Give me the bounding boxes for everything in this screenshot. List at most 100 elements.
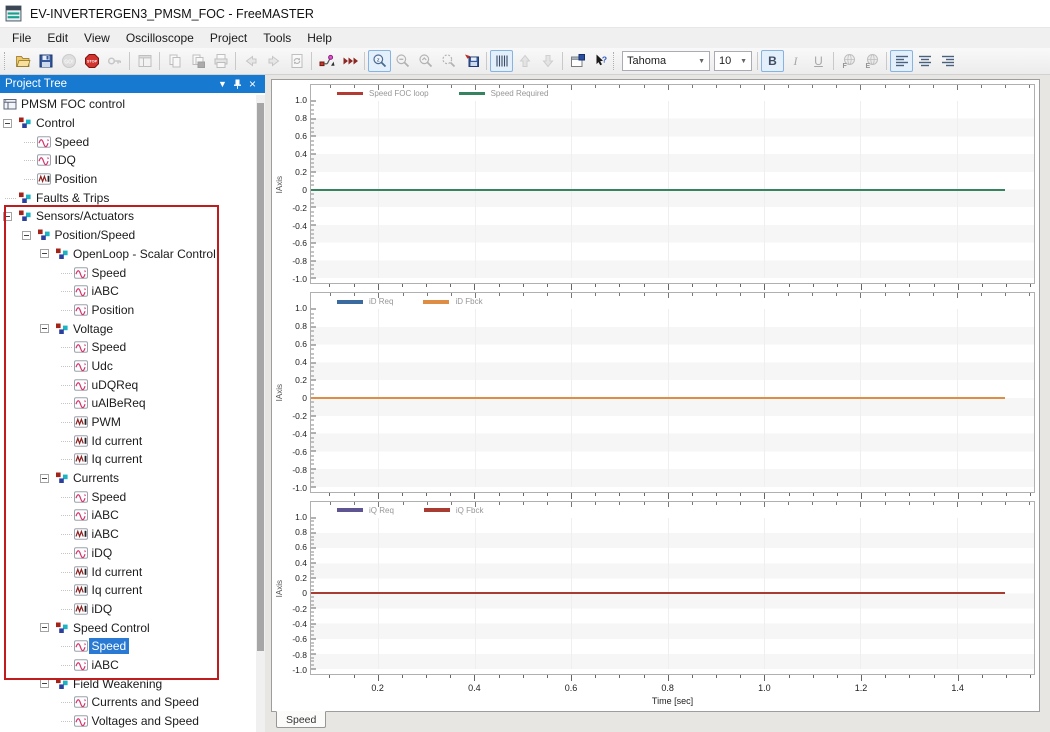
tree-item-pmsm-foc-control[interactable]: PMSM FOC control	[0, 95, 265, 114]
tree-item-udc[interactable]: Udc	[0, 357, 265, 376]
x-tick	[378, 284, 379, 290]
id-current-scope-plot-area[interactable]: iD ReqiD Fbck	[310, 292, 1035, 492]
x-tick	[716, 675, 717, 678]
context-help-button[interactable]: ?	[589, 50, 612, 72]
menu-item-help[interactable]: Help	[299, 29, 340, 47]
menu-item-edit[interactable]: Edit	[39, 29, 76, 47]
tree-item-iabc[interactable]: iABC	[0, 282, 265, 301]
tree-item-iq-current[interactable]: Iq current	[0, 581, 265, 600]
menu-item-file[interactable]: File	[4, 29, 39, 47]
zoom-fit-button[interactable]: z	[368, 50, 391, 72]
tree-item-position-speed[interactable]: Position/Speed	[0, 226, 265, 245]
tree-expander-icon[interactable]	[3, 212, 18, 221]
align-center-button[interactable]	[913, 50, 936, 72]
tree-item-speed-control[interactable]: Speed Control	[0, 618, 265, 637]
save-scope-image-button[interactable]	[460, 50, 483, 72]
tree-item-sensors-actuators[interactable]: Sensors/Actuators	[0, 207, 265, 226]
font-family-combo[interactable]: Tahoma▼	[622, 51, 710, 71]
tree-scrollbar-thumb[interactable]	[257, 103, 264, 651]
tree-close-icon[interactable]: ×	[245, 77, 260, 91]
tree-expander-icon[interactable]	[40, 679, 55, 688]
combo-dropdown-arrow-icon[interactable]: ▼	[698, 58, 705, 65]
font-size-combo[interactable]: 10▼	[714, 51, 752, 71]
tree-item-ualbereq[interactable]: uAlBeReq	[0, 394, 265, 413]
top-tick	[788, 85, 789, 88]
run-arrows-button[interactable]	[338, 50, 361, 72]
svg-text:z: z	[376, 57, 379, 63]
align-left-button[interactable]	[890, 50, 913, 72]
scope-icon	[74, 304, 89, 316]
tree-item-position[interactable]: Position	[0, 301, 265, 320]
tree-item-id-current[interactable]: Id current	[0, 431, 265, 450]
show-grid-button[interactable]	[490, 50, 513, 72]
x-tick	[909, 284, 910, 287]
menu-item-tools[interactable]: Tools	[255, 29, 299, 47]
tree-item-currents-and-speed[interactable]: Currents and Speed	[0, 693, 265, 712]
tree-item-idq[interactable]: IDQ	[0, 151, 265, 170]
stop-communication-button[interactable]: STOP	[80, 50, 103, 72]
tree-item-field-weakening[interactable]: Field Weakening	[0, 674, 265, 693]
tree-item-idq[interactable]: iDQ	[0, 600, 265, 619]
menu-item-project[interactable]: Project	[202, 29, 255, 47]
save-project-button[interactable]	[34, 50, 57, 72]
tree-expander-icon[interactable]	[40, 623, 55, 632]
y-tick	[311, 389, 314, 390]
tree-item-label: Iq current	[89, 582, 146, 598]
tree-item-pwm[interactable]: PWM	[0, 413, 265, 432]
tab-speed[interactable]: Speed	[276, 711, 326, 728]
top-tick	[692, 293, 693, 296]
tree-item-iq-current[interactable]: Iq current	[0, 450, 265, 469]
tree-expander-icon[interactable]	[3, 119, 18, 128]
x-tick	[1006, 675, 1007, 678]
tree-item-idq[interactable]: iDQ	[0, 544, 265, 563]
tree-expander-icon[interactable]	[22, 231, 37, 240]
tree-item-speed[interactable]: Speed	[0, 637, 265, 656]
tree-item-control[interactable]: Control	[0, 114, 265, 133]
tree-item-speed[interactable]: Speed	[0, 487, 265, 506]
x-tick	[619, 284, 620, 287]
tree-item-udqreq[interactable]: uDQReq	[0, 375, 265, 394]
speed-scope-plot-area[interactable]: Speed FOC loopSpeed Required	[310, 84, 1035, 284]
menu-item-oscilloscope[interactable]: Oscilloscope	[118, 29, 202, 47]
properties-button[interactable]	[566, 50, 589, 72]
tree-item-speed[interactable]: Speed	[0, 338, 265, 357]
y-tick	[311, 127, 314, 128]
combo-dropdown-arrow-icon[interactable]: ▼	[740, 58, 747, 65]
top-tick	[836, 502, 837, 505]
tree-item-iabc[interactable]: iABC	[0, 525, 265, 544]
tree-item-openloop-scalar-control[interactable]: OpenLoop - Scalar Control	[0, 245, 265, 264]
open-project-button[interactable]	[11, 50, 34, 72]
top-tick	[571, 502, 572, 507]
bold-button[interactable]: B	[761, 50, 784, 72]
tree-item-label: PMSM FOC control	[18, 96, 128, 112]
tree-item-speed[interactable]: Speed	[0, 263, 265, 282]
menu-item-view[interactable]: View	[76, 29, 118, 47]
align-right-button[interactable]	[936, 50, 959, 72]
y-tick	[311, 101, 316, 102]
top-tick	[909, 85, 910, 88]
y-tick	[311, 402, 314, 403]
tree-item-voltages-and-speed[interactable]: Voltages and Speed	[0, 712, 265, 731]
tree-scrollbar[interactable]	[256, 95, 265, 732]
tree-item-faults-trips[interactable]: Faults & Trips	[0, 188, 265, 207]
tree-collapse-icon[interactable]: ▼	[215, 79, 230, 89]
tree-pin-icon[interactable]	[230, 79, 245, 89]
tree-item-label: Position	[52, 171, 101, 187]
recorder-icon	[74, 603, 89, 615]
y-tick	[311, 455, 314, 456]
tree-item-iabc[interactable]: iABC	[0, 506, 265, 525]
tree-item-currents[interactable]: Currents	[0, 469, 265, 488]
tree-expander-icon[interactable]	[40, 324, 55, 333]
tree-expander-icon[interactable]	[40, 474, 55, 483]
tree-item-voltage[interactable]: Voltage	[0, 319, 265, 338]
tree-expander-icon[interactable]	[40, 249, 55, 258]
variable-stimulus-button[interactable]	[315, 50, 338, 72]
tree-item-label: Iq current	[89, 451, 146, 467]
open-project-icon	[15, 53, 31, 69]
iq-current-scope-plot-area[interactable]: iQ ReqiQ Fbck	[310, 501, 1035, 675]
scope-icon	[74, 397, 89, 409]
tree-item-position[interactable]: Position	[0, 170, 265, 189]
tree-item-id-current[interactable]: Id current	[0, 562, 265, 581]
tree-item-speed[interactable]: Speed	[0, 132, 265, 151]
tree-item-iabc[interactable]: iABC	[0, 656, 265, 675]
